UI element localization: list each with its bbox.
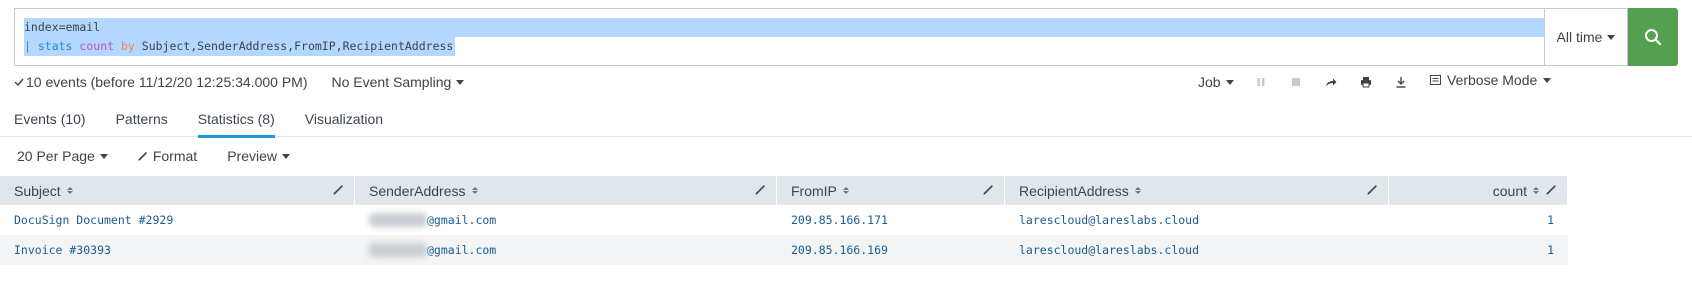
column-label: RecipientAddress bbox=[1019, 182, 1129, 199]
pause-icon[interactable] bbox=[1254, 75, 1268, 89]
tab-visualization[interactable]: Visualization bbox=[305, 100, 383, 137]
mode-icon bbox=[1430, 75, 1441, 85]
redacted-text bbox=[369, 243, 427, 257]
table-row: Invoice #30393 @gmail.com 209.85.166.169… bbox=[0, 235, 1568, 265]
search-mode-dropdown[interactable]: Verbose Mode bbox=[1430, 72, 1552, 88]
query-line-1: index=email bbox=[24, 18, 1545, 37]
statistics-table: Subject SenderAddress FromIP RecipientAd… bbox=[0, 176, 1568, 265]
cell-recipient-address[interactable]: larescloud@lareslabs.cloud bbox=[1005, 235, 1389, 265]
download-icon[interactable] bbox=[1394, 75, 1408, 89]
event-count-text: 10 events (before 11/12/20 12:25:34.000 … bbox=[26, 74, 308, 90]
checkmark-icon bbox=[14, 78, 24, 87]
query-fields: Subject,SenderAddress,FromIP,RecipientAd… bbox=[141, 39, 454, 53]
column-header-sender-address[interactable]: SenderAddress bbox=[355, 176, 777, 205]
format-label: Format bbox=[152, 148, 198, 164]
event-sampling-label: No Event Sampling bbox=[331, 74, 452, 90]
search-icon bbox=[1645, 29, 1662, 46]
chevron-down-icon bbox=[99, 153, 108, 159]
per-page-dropdown[interactable]: 20 Per Page bbox=[17, 148, 108, 164]
pencil-icon[interactable] bbox=[983, 184, 994, 195]
event-count-status: 10 events (before 11/12/20 12:25:34.000 … bbox=[14, 74, 308, 90]
search-button[interactable] bbox=[1628, 8, 1678, 66]
table-row: DocuSign Document #2929 @gmail.com 209.8… bbox=[0, 205, 1568, 235]
sort-icon bbox=[66, 187, 73, 194]
results-tabs: Events (10) Patterns Statistics (8) Visu… bbox=[0, 100, 1692, 138]
pencil-icon[interactable] bbox=[1367, 184, 1378, 195]
preview-dropdown[interactable]: Preview bbox=[227, 148, 290, 164]
query-text-index: index=email bbox=[24, 20, 101, 34]
sort-icon bbox=[842, 187, 849, 194]
chevron-down-icon bbox=[281, 153, 290, 159]
query-function: count bbox=[79, 39, 115, 53]
query-pipe: | bbox=[24, 39, 38, 53]
sender-domain: @gmail.com bbox=[427, 213, 497, 227]
cell-count[interactable]: 1 bbox=[1389, 235, 1568, 265]
chevron-down-icon bbox=[1543, 77, 1552, 83]
chevron-down-icon bbox=[1225, 79, 1234, 85]
time-range-picker[interactable]: All time bbox=[1544, 8, 1628, 66]
print-icon[interactable] bbox=[1359, 75, 1373, 89]
time-range-label: All time bbox=[1556, 29, 1603, 45]
job-toolbar: Job bbox=[1198, 72, 1408, 92]
pencil-icon bbox=[138, 151, 147, 161]
pencil-icon[interactable] bbox=[1546, 184, 1557, 195]
job-label: Job bbox=[1198, 74, 1221, 90]
search-mode-label: Verbose Mode bbox=[1447, 72, 1538, 88]
table-header: Subject SenderAddress FromIP RecipientAd… bbox=[0, 176, 1568, 205]
cell-sender-address[interactable]: @gmail.com bbox=[355, 235, 777, 265]
preview-label: Preview bbox=[227, 148, 277, 164]
share-icon[interactable] bbox=[1324, 75, 1338, 89]
column-header-count[interactable]: count bbox=[1389, 176, 1568, 205]
job-menu-button[interactable]: Job bbox=[1198, 74, 1234, 90]
cell-count[interactable]: 1 bbox=[1389, 205, 1568, 235]
column-label: SenderAddress bbox=[369, 182, 466, 199]
tab-patterns[interactable]: Patterns bbox=[116, 100, 168, 137]
sort-icon bbox=[471, 187, 478, 194]
query-line-2: | stats count by Subject,SenderAddress,F… bbox=[24, 37, 456, 56]
stop-icon[interactable] bbox=[1289, 75, 1303, 89]
column-label: Subject bbox=[14, 182, 61, 199]
cell-subject[interactable]: DocuSign Document #2929 bbox=[0, 205, 355, 235]
sender-domain: @gmail.com bbox=[427, 243, 497, 257]
chevron-down-icon bbox=[456, 79, 465, 85]
chevron-down-icon bbox=[1607, 34, 1616, 40]
event-sampling-dropdown[interactable]: No Event Sampling bbox=[332, 74, 465, 90]
query-by-keyword: by bbox=[120, 39, 135, 53]
search-query-editor[interactable]: index=email | stats count by Subject,Sen… bbox=[14, 8, 1545, 66]
column-header-from-ip[interactable]: FromIP bbox=[777, 176, 1005, 205]
search-bar: index=email | stats count by Subject,Sen… bbox=[14, 8, 1680, 66]
column-header-subject[interactable]: Subject bbox=[0, 176, 355, 205]
table-controls: 20 Per Page Format Preview bbox=[17, 148, 320, 164]
column-header-recipient-address[interactable]: RecipientAddress bbox=[1005, 176, 1389, 205]
job-status-bar: 10 events (before 11/12/20 12:25:34.000 … bbox=[14, 72, 1680, 92]
cell-from-ip[interactable]: 209.85.166.169 bbox=[777, 235, 1005, 265]
query-command: stats bbox=[37, 39, 73, 53]
column-label: count bbox=[1492, 182, 1527, 199]
cell-subject[interactable]: Invoice #30393 bbox=[0, 235, 355, 265]
tab-statistics[interactable]: Statistics (8) bbox=[197, 100, 275, 138]
pencil-icon[interactable] bbox=[755, 184, 766, 195]
per-page-label: 20 Per Page bbox=[17, 148, 95, 164]
tab-events[interactable]: Events (10) bbox=[14, 100, 86, 137]
cell-recipient-address[interactable]: larescloud@lareslabs.cloud bbox=[1005, 205, 1389, 235]
sort-icon bbox=[1533, 187, 1539, 194]
column-label: FromIP bbox=[791, 182, 837, 199]
pencil-icon[interactable] bbox=[333, 184, 344, 195]
sort-icon bbox=[1134, 187, 1141, 194]
format-button[interactable]: Format bbox=[138, 148, 197, 164]
cell-sender-address[interactable]: @gmail.com bbox=[355, 205, 777, 235]
redacted-text bbox=[369, 213, 427, 227]
cell-from-ip[interactable]: 209.85.166.171 bbox=[777, 205, 1005, 235]
